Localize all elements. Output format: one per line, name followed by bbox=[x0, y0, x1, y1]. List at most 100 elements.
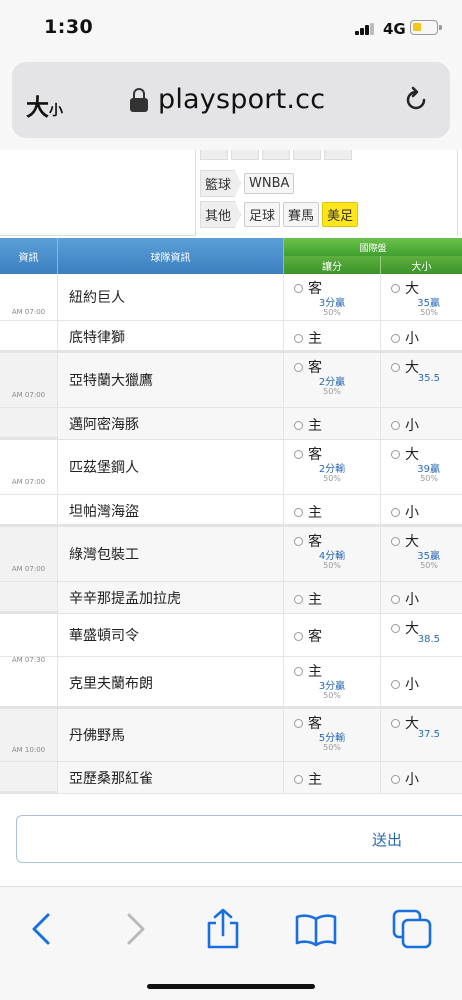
filter-left-blank bbox=[0, 150, 195, 236]
radio-icon[interactable] bbox=[294, 594, 303, 604]
total-percentage: 50% bbox=[420, 474, 438, 483]
radio-icon[interactable] bbox=[391, 420, 400, 430]
radio-icon[interactable] bbox=[294, 362, 303, 372]
spread-cell: 客 bbox=[284, 614, 381, 656]
radio-icon[interactable] bbox=[294, 536, 303, 546]
total-radio-option[interactable]: 小 bbox=[391, 674, 419, 694]
filter-tag-american-football[interactable]: 美足 bbox=[322, 202, 359, 227]
spread-radio-option[interactable]: 主 bbox=[294, 328, 322, 348]
url-domain[interactable]: playsport.cc bbox=[158, 84, 325, 115]
total-radio-option[interactable]: 小 bbox=[391, 415, 419, 435]
team-name: 匹茲堡鋼人 bbox=[58, 440, 284, 494]
share-icon[interactable] bbox=[201, 907, 245, 951]
tabs-icon[interactable] bbox=[390, 907, 434, 951]
header-international-line: 國際盤 bbox=[284, 238, 462, 256]
header-info: 資訊 bbox=[0, 238, 58, 274]
spread-cell: 客 4分輸 50% bbox=[284, 527, 381, 581]
team-name: 底特律獅 bbox=[58, 321, 284, 352]
total-percentage: 50% bbox=[420, 561, 438, 570]
filter-tag-wnba[interactable]: WNBA bbox=[244, 173, 295, 194]
table-row: 亞歷桑那紅雀 主 小 bbox=[0, 761, 462, 793]
reload-icon[interactable] bbox=[402, 86, 430, 114]
total-option-label: 小 bbox=[405, 677, 419, 693]
total-line-value: 38.5 bbox=[417, 634, 440, 645]
team-name: 亞特蘭大獵鷹 bbox=[58, 353, 284, 407]
filter-tag-soccer[interactable]: 足球 bbox=[244, 202, 281, 227]
radio-icon[interactable] bbox=[391, 507, 400, 517]
total-cell: 小 bbox=[381, 657, 462, 708]
total-line-value: 35贏 bbox=[417, 298, 440, 309]
spread-cell: 主 bbox=[284, 495, 381, 526]
page-content: 籃球 WNBA 其他 足球 賽馬 美足 資訊 球隊資訊 國際盤 讓分 大小 AM… bbox=[0, 150, 462, 885]
address-bar[interactable]: 大小 playsport.cc bbox=[12, 62, 450, 138]
game-block: AM 07:30 華盛頓司令客大 38.5 克里夫蘭布朗主 3分贏 50% 小 bbox=[0, 614, 462, 709]
filter-tag-horse-racing[interactable]: 賽馬 bbox=[283, 202, 320, 227]
filter-row-cut bbox=[200, 150, 352, 160]
spread-cell: 客 3分贏 50% bbox=[284, 274, 381, 320]
header-spread: 讓分 bbox=[284, 256, 381, 274]
table-row: 辛辛那提孟加拉虎 主 小 bbox=[0, 581, 462, 613]
spread-radio-option[interactable]: 主 bbox=[294, 769, 322, 789]
radio-icon[interactable] bbox=[294, 507, 303, 517]
radio-icon[interactable] bbox=[294, 333, 303, 343]
spread-option-label: 主 bbox=[308, 418, 322, 434]
team-name: 華盛頓司令 bbox=[58, 614, 284, 656]
total-radio-option[interactable]: 小 bbox=[391, 589, 419, 609]
total-radio-option[interactable]: 小 bbox=[391, 328, 419, 348]
status-bar: 1:30 4G bbox=[0, 0, 462, 58]
total-radio-option[interactable]: 小 bbox=[391, 502, 419, 522]
total-option-label: 小 bbox=[405, 772, 419, 788]
table-row: 紐約巨人客 3分贏 50% 大 35贏 50% bbox=[0, 274, 462, 320]
spread-cell: 主 3分贏 50% bbox=[284, 657, 381, 708]
total-percentage: 50% bbox=[420, 308, 438, 317]
spread-radio-option[interactable]: 主 bbox=[294, 415, 322, 435]
spread-radio-option[interactable]: 主 bbox=[294, 502, 322, 522]
radio-icon[interactable] bbox=[294, 420, 303, 430]
radio-icon[interactable] bbox=[294, 774, 303, 784]
spread-cell: 客 5分輸 50% bbox=[284, 709, 381, 761]
radio-icon[interactable] bbox=[294, 666, 303, 676]
radio-icon[interactable] bbox=[391, 679, 400, 689]
total-cell: 大 37.5 bbox=[381, 709, 462, 761]
team-name: 紐約巨人 bbox=[58, 274, 284, 320]
game-block: AM 07:00 綠灣包裝工客 4分輸 50% 大 35贏 50% 辛辛那提孟加拉虎主小 bbox=[0, 527, 462, 614]
radio-icon[interactable] bbox=[391, 283, 400, 293]
total-cell: 大 35.5 bbox=[381, 353, 462, 407]
total-radio-option[interactable]: 小 bbox=[391, 769, 419, 789]
radio-icon[interactable] bbox=[294, 283, 303, 293]
spread-cell: 客 2分贏 50% bbox=[284, 353, 381, 407]
radio-icon[interactable] bbox=[391, 594, 400, 604]
radio-icon[interactable] bbox=[294, 449, 303, 459]
team-name: 辛辛那提孟加拉虎 bbox=[58, 582, 284, 613]
table-row: 坦帕灣海盜 主 小 bbox=[0, 494, 462, 526]
forward-icon[interactable] bbox=[113, 907, 157, 951]
total-cell: 小 bbox=[381, 762, 462, 793]
table-row: 亞特蘭大獵鷹客 2分贏 50% 大 35.5 bbox=[0, 353, 462, 407]
total-cell: 小 bbox=[381, 408, 462, 439]
radio-icon[interactable] bbox=[391, 718, 400, 728]
spread-option-label: 主 bbox=[308, 331, 322, 347]
spread-radio-option[interactable]: 主 bbox=[294, 589, 322, 609]
table-row: 丹佛野馬客 5分輸 50% 大 37.5 bbox=[0, 709, 462, 761]
radio-icon[interactable] bbox=[391, 536, 400, 546]
back-icon[interactable] bbox=[20, 907, 64, 951]
filter-category-other: 其他 bbox=[200, 201, 242, 228]
text-size-button[interactable]: 大小 bbox=[26, 88, 63, 122]
radio-icon[interactable] bbox=[391, 774, 400, 784]
status-time: 1:30 bbox=[44, 16, 94, 38]
battery-icon bbox=[410, 20, 442, 35]
spread-percentage: 50% bbox=[323, 474, 341, 483]
submit-button[interactable]: 送出 bbox=[16, 815, 462, 863]
total-cell: 小 bbox=[381, 495, 462, 526]
radio-icon[interactable] bbox=[391, 623, 400, 633]
radio-icon[interactable] bbox=[391, 333, 400, 343]
total-option-label: 小 bbox=[405, 592, 419, 608]
radio-icon[interactable] bbox=[391, 449, 400, 459]
radio-icon[interactable] bbox=[391, 362, 400, 372]
spread-radio-option[interactable]: 客 bbox=[294, 626, 322, 646]
team-name: 克里夫蘭布朗 bbox=[58, 657, 284, 708]
table-row: 華盛頓司令 客 大 38.5 bbox=[0, 614, 462, 656]
bookmarks-icon[interactable] bbox=[294, 907, 338, 951]
radio-icon[interactable] bbox=[294, 631, 303, 641]
radio-icon[interactable] bbox=[294, 718, 303, 728]
